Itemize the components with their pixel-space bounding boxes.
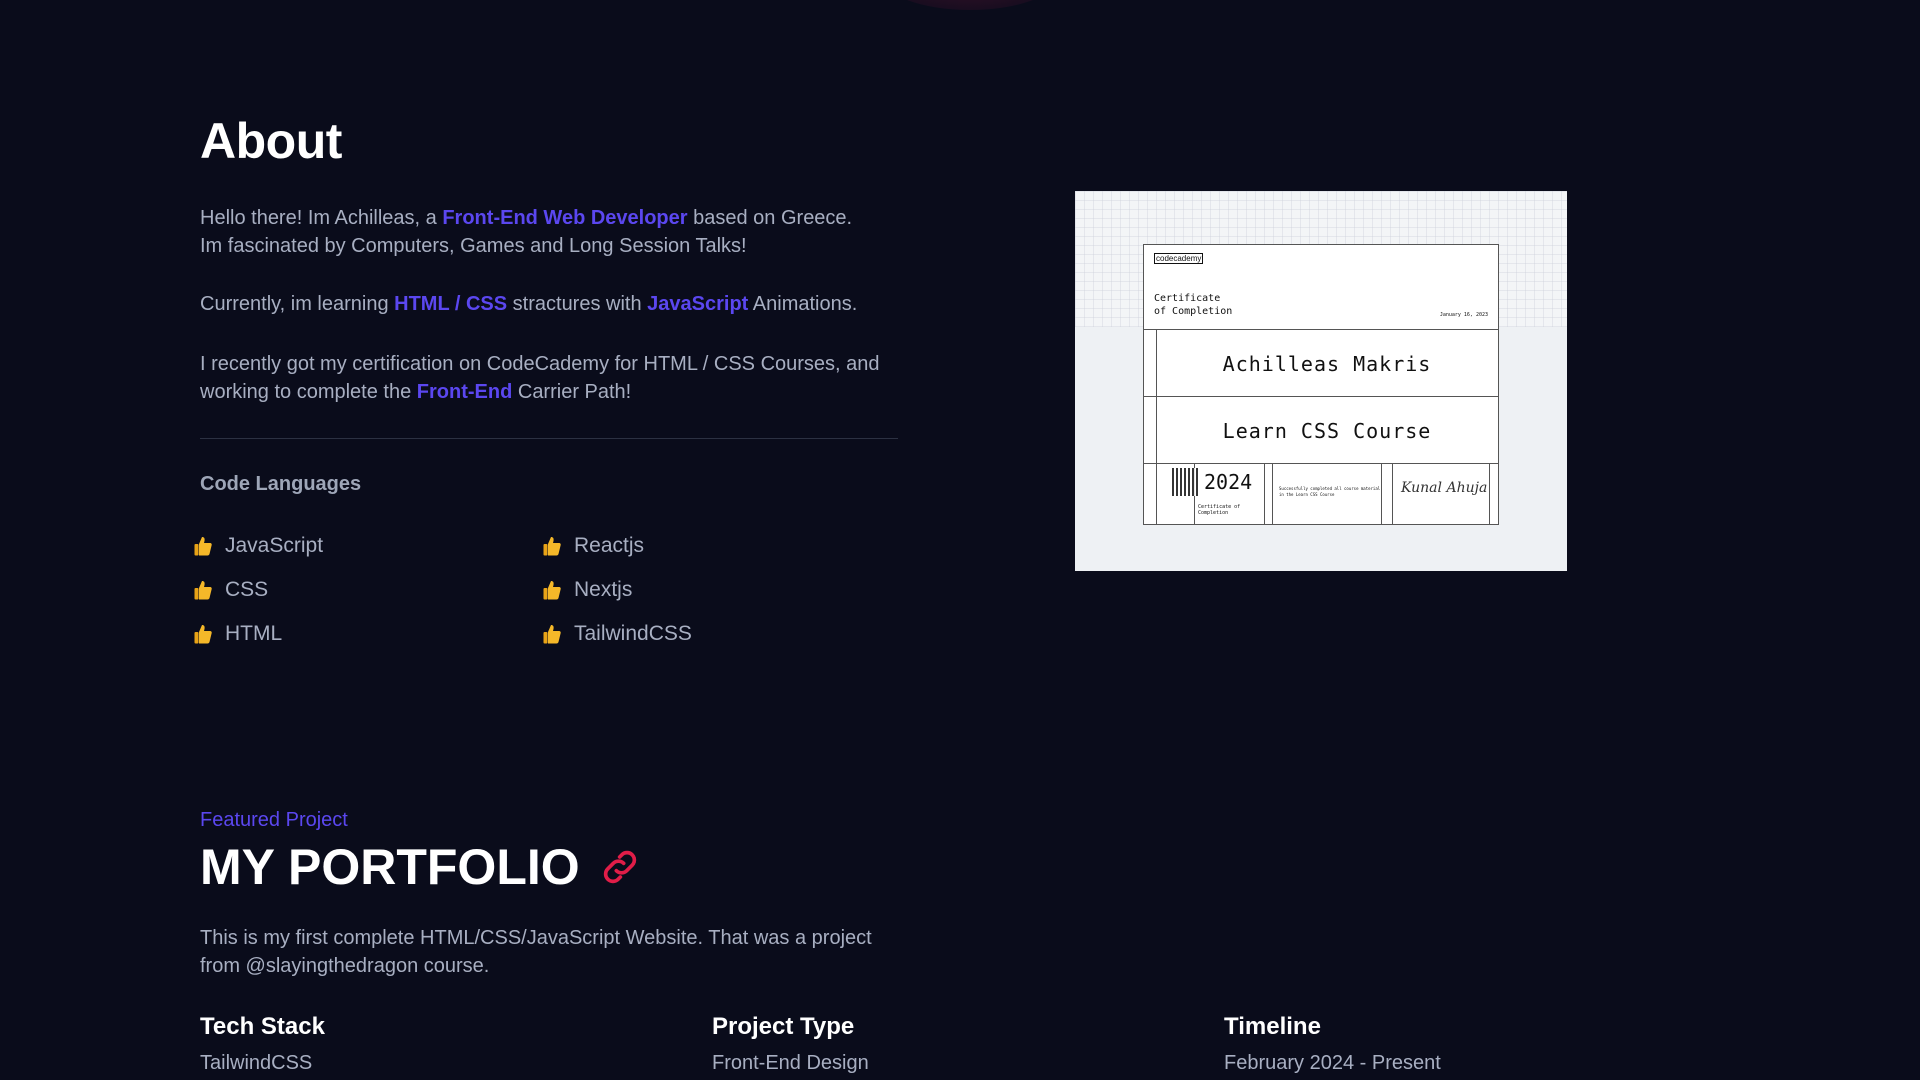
page: About Hello there! Im Achilleas, a Front… [0, 0, 1920, 1080]
code-languages-title: Code Languages [200, 473, 362, 495]
certificate-course: Learn CSS Course [1222, 419, 1432, 443]
link-icon[interactable] [598, 845, 642, 889]
certificate-date: January 16, 2023 [1439, 312, 1488, 318]
language-item: HTML [193, 622, 282, 646]
learning-text-mid: stractures with [507, 293, 648, 315]
certificate-name-row: Achilleas Makris [1144, 329, 1498, 397]
thumbs-up-icon [194, 581, 212, 600]
intro-text: Hello there! Im Achilleas, a [200, 207, 443, 229]
certificate-year: 2024 [1204, 470, 1253, 494]
certificate-description: Successfully completed all course materi… [1279, 486, 1381, 497]
featured-project-label: Featured Project [200, 809, 348, 831]
project-description: This is my first complete HTML/CSS/JavaS… [200, 927, 872, 977]
certificate-card: codecademy Certificate of Completion Jan… [1143, 244, 1499, 525]
language-item: JavaScript [193, 534, 323, 558]
certificate-heading: Certificate of Completion [1154, 292, 1232, 318]
about-certification: I recently got my certification on CodeC… [200, 350, 910, 406]
certificate-heading-line2: of Completion [1154, 306, 1233, 317]
thumbs-up-icon [543, 581, 561, 600]
thumbs-up-icon [543, 625, 561, 644]
about-intro: Hello there! Im Achilleas, a Front-End W… [200, 204, 910, 260]
learning-text-end: Animations. [748, 293, 858, 315]
certificate-name: Achilleas Makris [1222, 352, 1432, 376]
project-title: MY PORTFOLIO [200, 838, 642, 896]
language-label: HTML [225, 622, 283, 645]
timeline-title: Timeline [1224, 1013, 1321, 1040]
certificate-course-row: Learn CSS Course [1144, 396, 1498, 464]
language-item: CSS [193, 578, 268, 602]
highlight-html-css: HTML / CSS [394, 293, 508, 315]
language-label: Reactjs [574, 534, 645, 557]
qr-code-box [1156, 464, 1200, 524]
thumbs-up-icon [194, 625, 212, 644]
tech-stack-value: TailwindCSS [200, 1052, 313, 1074]
intro-text-end: based on Greece. [687, 207, 853, 229]
certificate-image: codecademy Certificate of Completion Jan… [1075, 191, 1567, 571]
project-type-title: Project Type [712, 1013, 855, 1040]
language-label: Nextjs [574, 578, 633, 601]
highlight-front-end: Front-End [416, 381, 513, 403]
certificate-heading-line1: Certificate [1154, 293, 1221, 304]
top-glow [880, 0, 1060, 10]
language-item: TailwindCSS [542, 622, 692, 646]
highlight-role: Front-End Web Developer [442, 207, 688, 229]
certificate-description-box: Successfully completed all course materi… [1272, 464, 1382, 524]
certification-text-end: Carrier Path! [512, 381, 632, 403]
intro-interests: Im fascinated by Computers, Games and Lo… [200, 235, 747, 257]
tech-stack-title: Tech Stack [200, 1013, 325, 1040]
highlight-javascript: JavaScript [647, 293, 749, 315]
certificate-year-box: 2024 Certificate of Completion [1194, 464, 1265, 524]
about-title: About [200, 113, 342, 169]
certificate-signature-box: Kunal Ahuja [1392, 464, 1490, 524]
language-label: TailwindCSS [574, 622, 692, 645]
certificate-signature: Kunal Ahuja [1401, 480, 1488, 496]
language-item: Reactjs [542, 534, 644, 558]
certificate-year-sub: Certificate of Completion [1198, 504, 1241, 516]
project-title-text: MY PORTFOLIO [200, 839, 580, 895]
language-label: JavaScript [225, 534, 324, 557]
codecademy-logo: codecademy [1154, 253, 1204, 264]
thumbs-up-icon [194, 537, 212, 556]
learning-text: Currently, im learning [200, 293, 395, 315]
language-label: CSS [225, 578, 269, 601]
project-type-value: Front-End Design [712, 1052, 869, 1074]
section-divider [200, 438, 898, 439]
timeline-value: February 2024 - Present [1224, 1052, 1441, 1074]
language-item: Nextjs [542, 578, 632, 602]
thumbs-up-icon [543, 537, 561, 556]
about-learning: Currently, im learning HTML / CSS stract… [200, 290, 910, 318]
certificate-footer-row: 2024 Certificate of Completion Successfu… [1144, 463, 1498, 524]
